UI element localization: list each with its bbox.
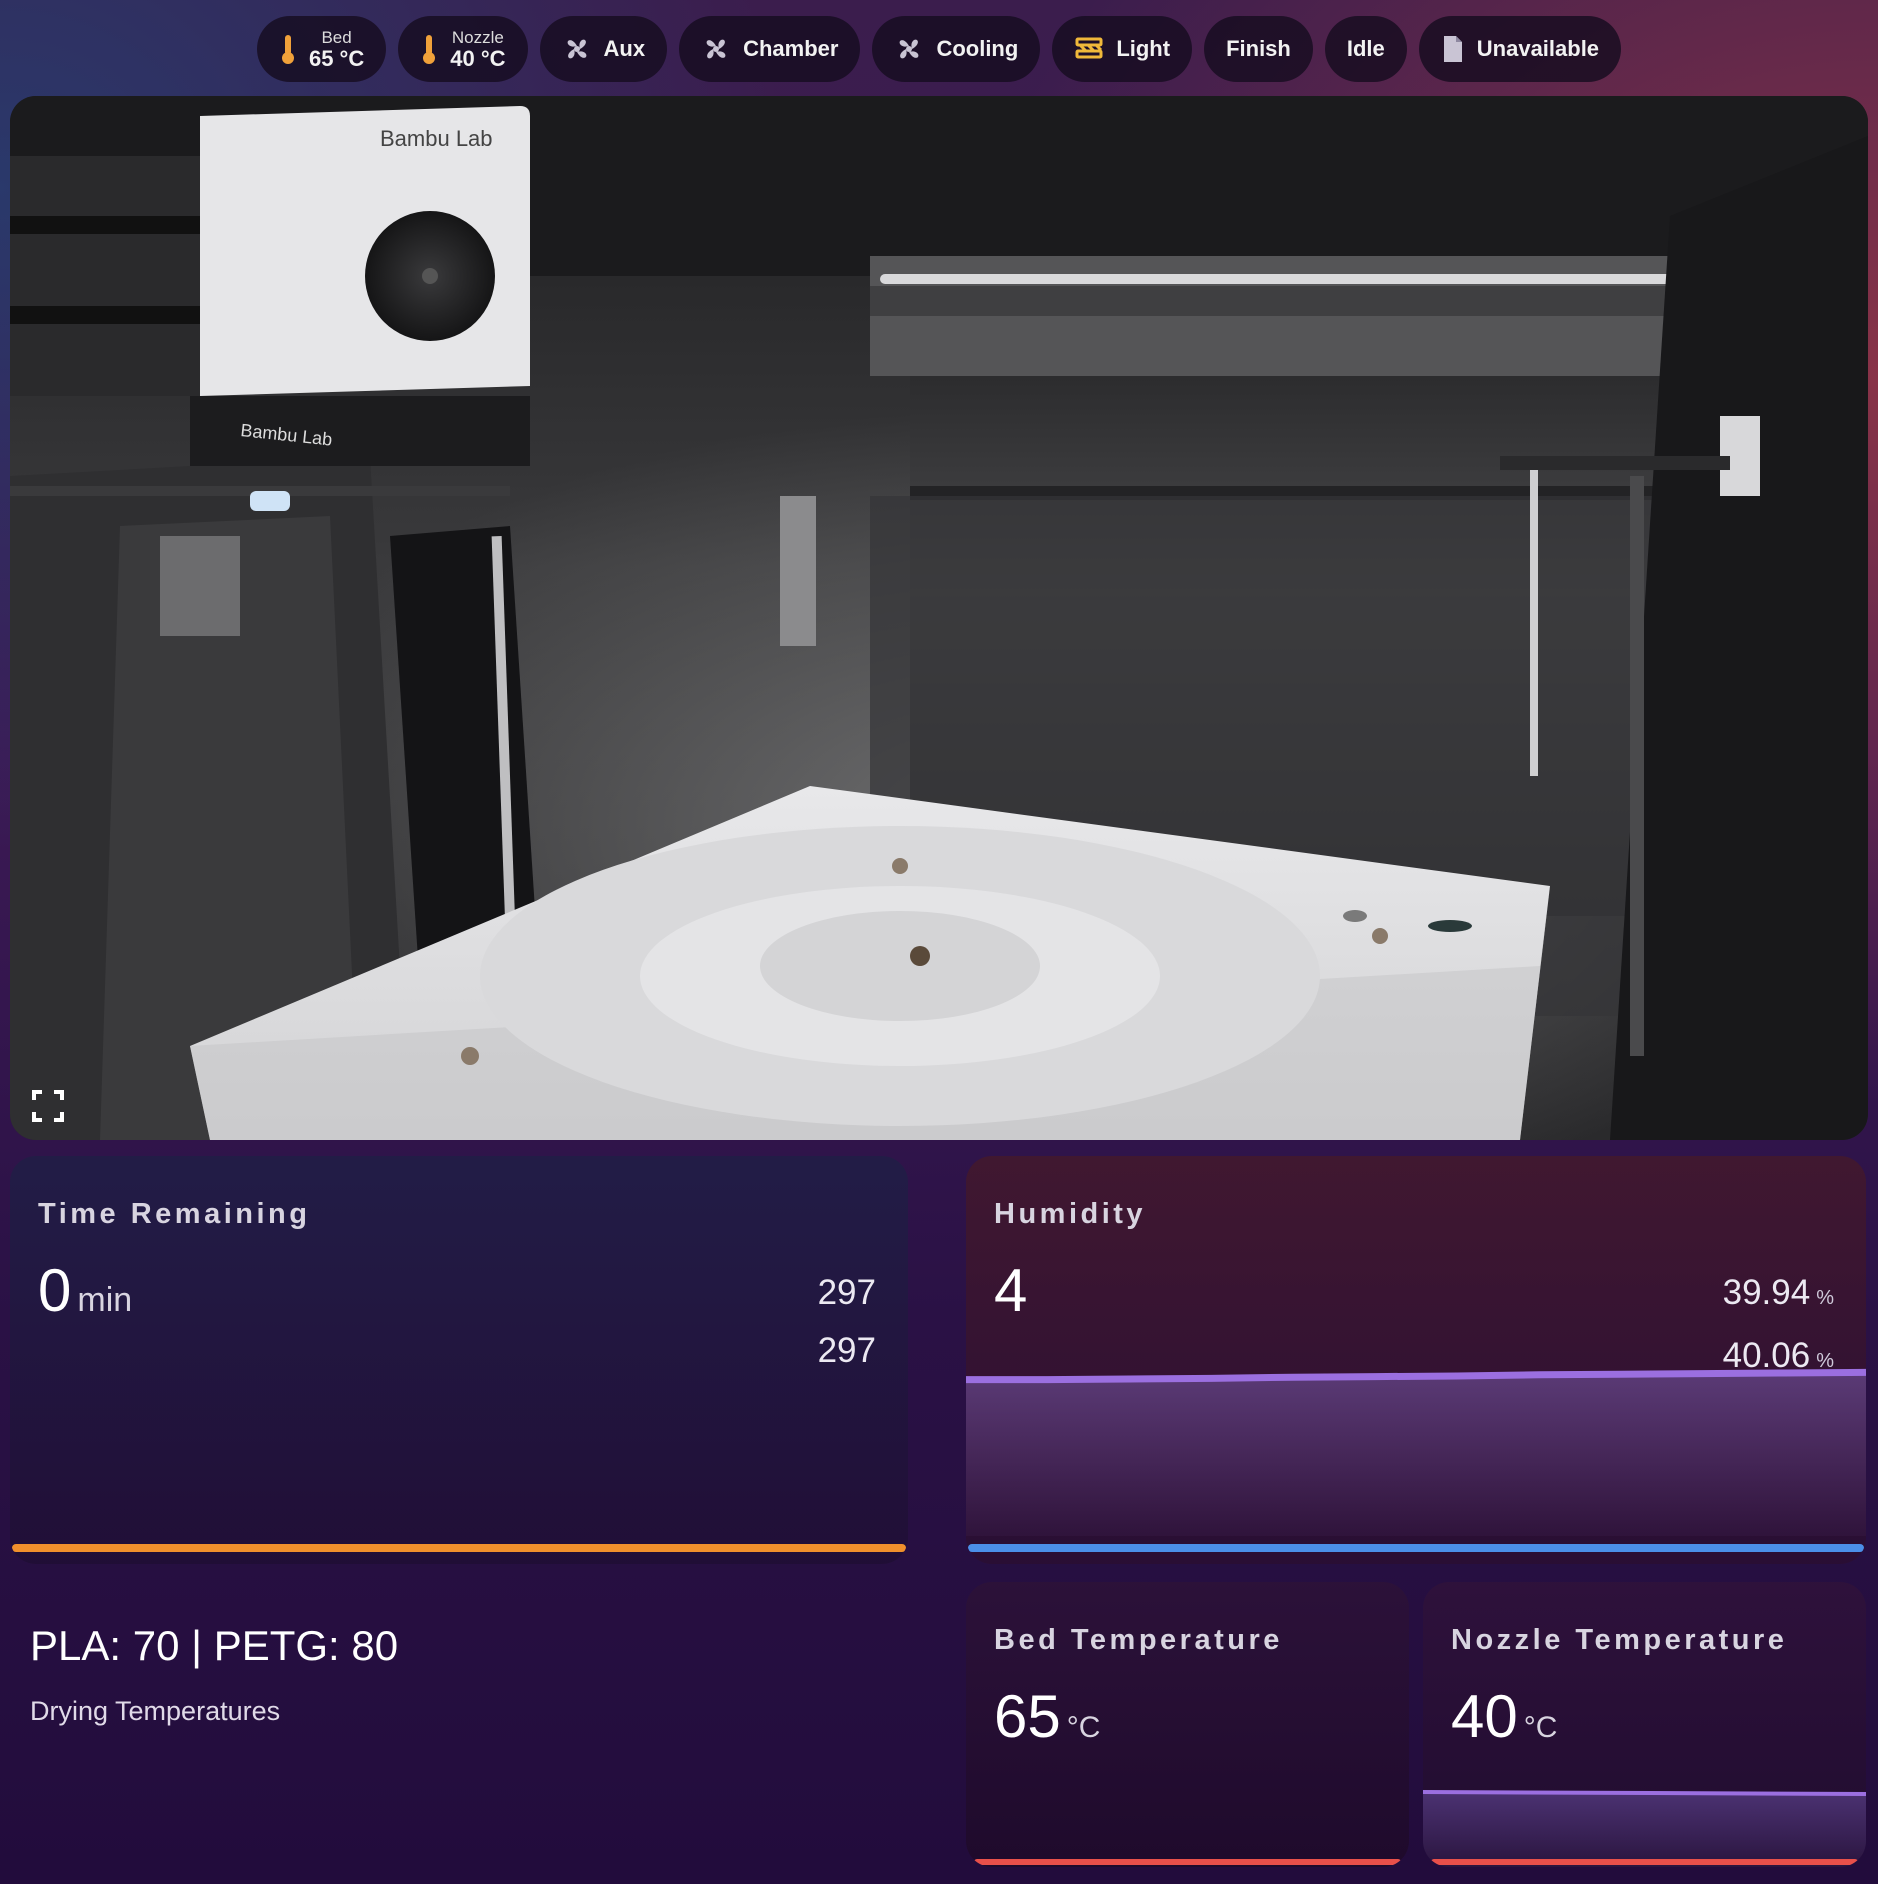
bed-temperature-value: 65 [994,1683,1061,1750]
unavailable-label: Unavailable [1476,36,1600,61]
bed-temperature-value-row: 65 °C [994,1682,1100,1751]
drying-temperatures: PLA: 70 | PETG: 80 Drying Temperatures [30,1622,398,1727]
time-remaining-value-row: 0 min [38,1256,132,1325]
idle-chip[interactable]: Idle [1324,16,1407,82]
humidity-history-graph [966,1368,1866,1536]
file-icon [1443,36,1462,62]
bed-temperature-card[interactable]: Bed Temperature 65 °C [966,1582,1409,1867]
cooling-fan-label: Cooling [936,36,1019,61]
camera-feed[interactable]: Bambu Lab Bambu Lab [10,96,1868,1140]
humidity-bar [968,1544,1864,1552]
status-chips-bar: Bed 65 °C Nozzle 40 °C Aux Chamber Cooli… [0,16,1878,84]
nozzle-chip[interactable]: Nozzle 40 °C [398,16,528,82]
nozzle-temperature-area [1423,1792,1866,1867]
nozzle-temperature-card[interactable]: Nozzle Temperature 40 °C [1423,1582,1866,1867]
thermometer-icon [423,35,436,64]
aux-fan-label: Aux [603,36,646,61]
bed-chip-label: Bed [321,27,352,47]
nozzle-chip-value: 40 °C [450,45,506,71]
fan-icon [567,39,586,59]
printer-chamber-image: Bambu Lab Bambu Lab [10,96,1868,1140]
finish-label: Finish [1226,36,1291,61]
nozzle-temperature-bar [1431,1859,1858,1865]
fullscreen-icon[interactable] [28,1086,68,1126]
time-remaining-stats: 297 297 [818,1264,876,1380]
idle-label: Idle [1346,36,1385,61]
bed-chip[interactable]: Bed 65 °C [256,16,387,82]
bed-temperature-unit: °C [1066,1711,1101,1744]
light-chip[interactable]: Light [1052,16,1193,82]
aux-fan-chip[interactable]: Aux [539,16,668,82]
nozzle-temperature-line [1423,1790,1866,1796]
time-remaining-bar [12,1544,906,1552]
unavailable-chip[interactable]: Unavailable [1418,16,1622,82]
drying-temperatures-value: PLA: 70 | PETG: 80 [30,1622,399,1669]
light-strip-icon [1075,37,1103,59]
bed-chip-value: 65 °C [308,45,365,71]
chamber-fan-chip[interactable]: Chamber [679,16,861,82]
time-remaining-card[interactable]: Time Remaining 0 min 297 297 [10,1156,908,1564]
fan-icon [706,39,726,59]
drying-temperatures-caption: Drying Temperatures [30,1696,281,1726]
humidity-area [966,1372,1866,1536]
humidity-card[interactable]: Humidity 4 39.94% 40.06% [966,1156,1866,1564]
time-remaining-value: 0 [38,1257,72,1324]
thermometer-icon [281,35,294,64]
time-remaining-title: Time Remaining [38,1198,311,1230]
time-remaining-unit: min [77,1281,133,1319]
chamber-fan-label: Chamber [743,36,839,61]
nozzle-temperature-graph [1423,1790,1866,1867]
bed-temperature-bar [974,1859,1401,1865]
bed-temperature-title: Bed Temperature [994,1624,1283,1656]
time-remaining-stat-2: 297 [817,1331,876,1370]
time-remaining-stat-1: 297 [817,1273,876,1312]
finish-chip[interactable]: Finish [1204,16,1313,82]
nozzle-chip-label: Nozzle [451,27,504,47]
cooling-fan-chip[interactable]: Cooling [872,16,1041,82]
fan-icon [900,39,919,59]
light-label: Light [1116,36,1171,61]
toolhead-brand-text: Bambu Lab [380,126,493,151]
